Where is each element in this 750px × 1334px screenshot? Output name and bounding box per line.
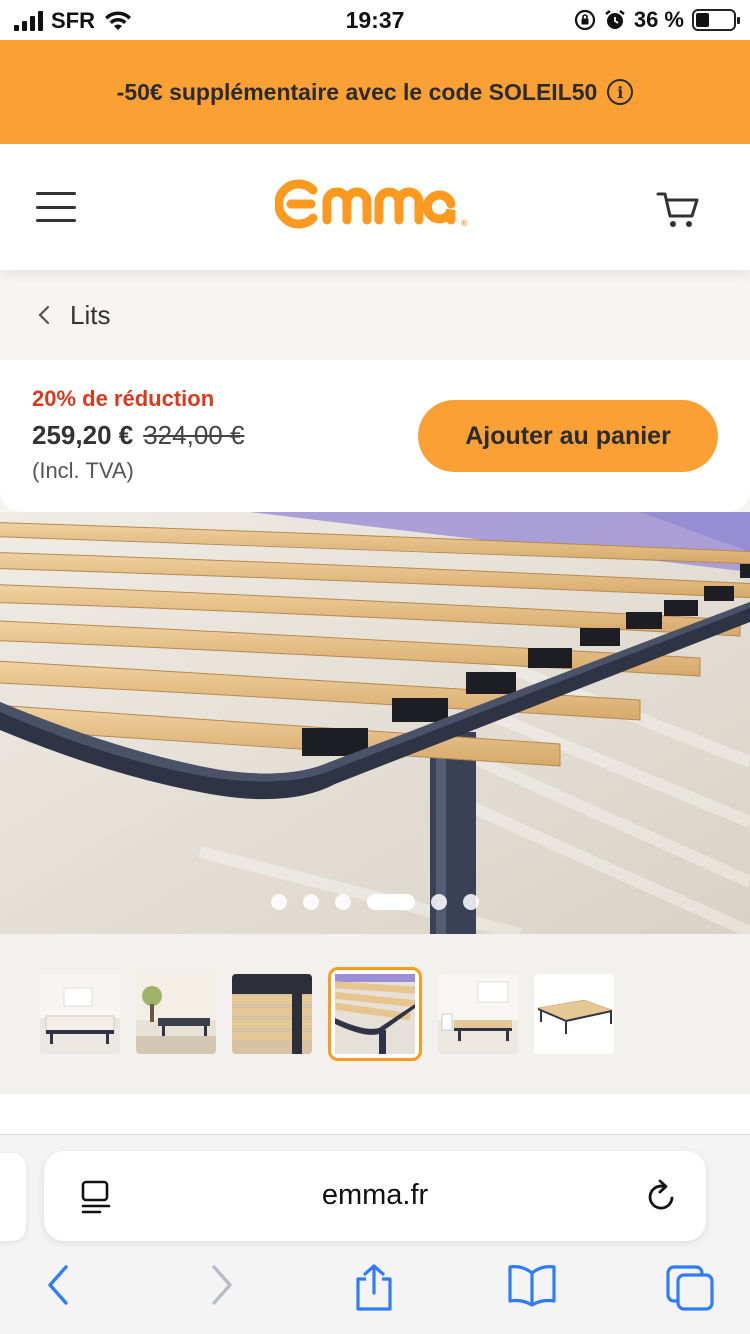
previous-tab-peek[interactable]: [0, 1153, 26, 1241]
thumbnail-6[interactable]: [534, 974, 614, 1054]
add-to-cart-button[interactable]: Ajouter au panier: [418, 400, 718, 472]
original-price: 324,00 €: [143, 420, 245, 450]
thumbnail-2[interactable]: [136, 974, 216, 1054]
address-bar[interactable]: emma.fr: [44, 1151, 706, 1241]
forward-icon[interactable]: [206, 1263, 236, 1307]
emma-logo[interactable]: ®: [0, 174, 750, 247]
tabs-icon[interactable]: [664, 1263, 716, 1311]
battery-icon: [692, 9, 740, 31]
product-photo-slatted-bed-frame: [0, 512, 750, 934]
url-text: emma.fr: [321, 1179, 429, 1211]
chevron-left-icon: [38, 305, 50, 325]
battery-level: [696, 13, 709, 27]
site-header: ®: [0, 144, 750, 270]
browser-tab-bar: [0, 1263, 750, 1323]
thumbnail-4-selected[interactable]: [328, 967, 422, 1061]
alarm-icon: [605, 10, 625, 29]
reload-icon[interactable]: [644, 1178, 678, 1214]
carousel-dot[interactable]: [463, 894, 479, 910]
carousel-pagination: [0, 894, 750, 910]
carousel-dot-active[interactable]: [367, 894, 415, 910]
svg-text:®: ®: [461, 218, 469, 228]
info-icon[interactable]: i: [607, 79, 634, 105]
emma-logo-mark: ®: [274, 179, 469, 229]
thumbnail-3[interactable]: [232, 974, 312, 1054]
share-icon[interactable]: [352, 1263, 396, 1313]
browser-toolbar: emma.fr: [0, 1134, 750, 1334]
current-price: 259,20 €: [32, 420, 134, 450]
bookmarks-icon[interactable]: [506, 1263, 558, 1307]
discount-label: 20% de réduction: [32, 386, 215, 411]
carousel-dot[interactable]: [431, 894, 447, 910]
back-icon[interactable]: [44, 1263, 74, 1307]
product-image-carousel[interactable]: [0, 512, 750, 934]
carousel-dot[interactable]: [271, 894, 287, 910]
price-card: 20% de réduction 259,20 € 324,00 € (Incl…: [0, 360, 750, 512]
promo-banner[interactable]: -50€ supplémentaire avec le code SOLEIL5…: [0, 40, 750, 144]
thumbnail-1[interactable]: [40, 974, 120, 1054]
vat-note: (Incl. TVA): [32, 458, 134, 483]
carousel-dot[interactable]: [303, 894, 319, 910]
status-bar: SFR 19:37 36 %: [0, 0, 750, 40]
breadcrumb-label: Lits: [70, 299, 111, 330]
carousel-dot[interactable]: [335, 894, 351, 910]
promo-text: -50€ supplémentaire avec le code SOLEIL5…: [116, 78, 598, 105]
orientation-lock-icon: [574, 9, 595, 31]
thumbnail-5[interactable]: [438, 974, 518, 1054]
thumbnail-strip: [0, 934, 750, 1094]
content-spacer: [0, 1094, 750, 1134]
cart-icon[interactable]: [656, 190, 700, 230]
battery-percentage: 36 %: [633, 7, 684, 32]
breadcrumb[interactable]: Lits: [0, 270, 750, 360]
